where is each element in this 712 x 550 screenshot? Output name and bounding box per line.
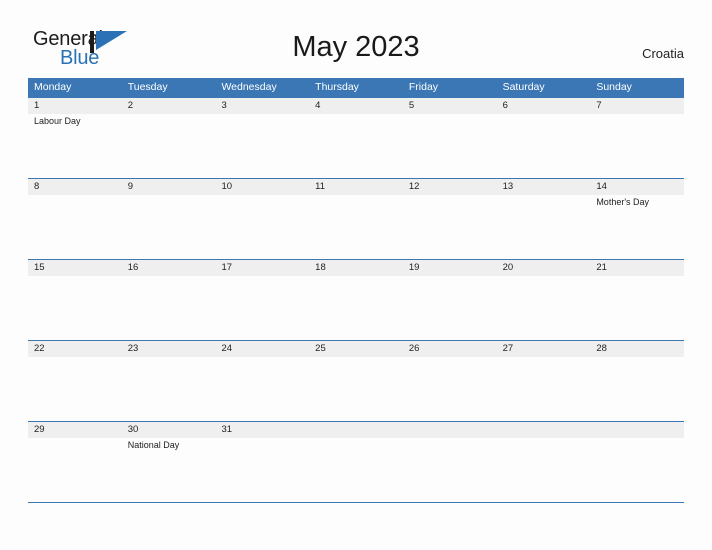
day-event (590, 276, 684, 340)
day-number[interactable]: 20 (497, 260, 591, 276)
day-event (309, 114, 403, 178)
country-label: Croatia (642, 46, 684, 61)
day-number[interactable]: 18 (309, 260, 403, 276)
day-number[interactable]: 24 (215, 341, 309, 357)
day-number[interactable]: 4 (309, 98, 403, 114)
day-number[interactable]: 1 (28, 98, 122, 114)
day-number-band: 15 16 17 18 19 20 21 (28, 260, 684, 276)
weekday-header-monday: Monday (34, 81, 72, 93)
day-event-band (28, 276, 684, 340)
day-number[interactable]: 3 (215, 98, 309, 114)
page-title: May 2023 (292, 31, 420, 63)
day-number[interactable]: 15 (28, 260, 122, 276)
day-event (309, 357, 403, 421)
calendar-week-row: 8 9 10 11 12 13 14 Mother's Day (28, 178, 684, 259)
day-event-band: Mother's Day (28, 195, 684, 259)
day-event (403, 276, 497, 340)
day-number[interactable]: 8 (28, 179, 122, 195)
day-number[interactable]: 10 (215, 179, 309, 195)
day-event (215, 276, 309, 340)
day-event (497, 195, 591, 259)
day-number[interactable]: 25 (309, 341, 403, 357)
day-event: Mother's Day (596, 197, 650, 207)
day-event (590, 114, 684, 178)
day-number-band: 29 30 31 (28, 422, 684, 438)
day-event (403, 114, 497, 178)
day-event-band: National Day (28, 438, 684, 502)
day-event (497, 438, 591, 502)
day-event (309, 195, 403, 259)
weekday-header-tuesday: Tuesday (127, 81, 168, 93)
day-number[interactable]: 28 (590, 341, 684, 357)
day-number[interactable]: 5 (403, 98, 497, 114)
weekday-header-sunday: Sunday (596, 81, 632, 93)
day-number[interactable]: 31 (215, 422, 309, 438)
day-number-band: 22 23 24 25 26 27 28 (28, 341, 684, 357)
day-number[interactable]: 27 (497, 341, 591, 357)
day-number[interactable]: 2 (122, 98, 216, 114)
day-number-empty (309, 422, 403, 438)
day-event (28, 276, 122, 340)
day-number[interactable]: 16 (122, 260, 216, 276)
day-event (122, 195, 216, 259)
day-event (122, 357, 216, 421)
day-event (403, 195, 497, 259)
calendar-week-row: 22 23 24 25 26 27 28 (28, 340, 684, 421)
day-event (403, 357, 497, 421)
day-event (309, 438, 403, 502)
day-number-empty (497, 422, 591, 438)
day-number[interactable]: 21 (590, 260, 684, 276)
day-event (590, 357, 684, 421)
day-number-band: 8 9 10 11 12 13 14 (28, 179, 684, 195)
day-event (497, 114, 591, 178)
calendar-grid: Monday Tuesday Wednesday Thursday Friday… (28, 78, 684, 503)
day-event (215, 357, 309, 421)
weekday-header-thursday: Thursday (315, 81, 359, 93)
day-number[interactable]: 17 (215, 260, 309, 276)
day-event (215, 438, 309, 502)
day-number[interactable]: 9 (122, 179, 216, 195)
day-event (28, 438, 122, 502)
day-event (497, 357, 591, 421)
calendar-week-row: 1 2 3 4 5 6 7 Labour Day (28, 97, 684, 178)
day-number[interactable]: 29 (28, 422, 122, 438)
day-event (215, 114, 309, 178)
day-number[interactable]: 12 (403, 179, 497, 195)
day-number[interactable]: 7 (590, 98, 684, 114)
day-event (122, 276, 216, 340)
weekday-header-saturday: Saturday (502, 81, 545, 93)
weekday-header-friday: Friday (408, 81, 439, 93)
day-event (215, 195, 309, 259)
day-event (590, 438, 684, 502)
day-number[interactable]: 6 (497, 98, 591, 114)
calendar-week-row: 15 16 17 18 19 20 21 (28, 259, 684, 340)
day-event (122, 114, 216, 178)
day-number[interactable]: 26 (403, 341, 497, 357)
day-number[interactable]: 30 (122, 422, 216, 438)
day-event-band (28, 357, 684, 421)
weekday-header-row: Monday Tuesday Wednesday Thursday Friday… (28, 78, 684, 97)
day-event (497, 276, 591, 340)
day-number[interactable]: 11 (309, 179, 403, 195)
day-event (403, 438, 497, 502)
day-number-empty (590, 422, 684, 438)
weekday-header-wednesday: Wednesday (221, 81, 277, 93)
day-number-band: 1 2 3 4 5 6 7 (28, 98, 684, 114)
day-number[interactable]: 22 (28, 341, 122, 357)
day-event: National Day (127, 440, 180, 450)
calendar-week-row: 29 30 31 National Day (28, 421, 684, 502)
day-event (309, 276, 403, 340)
day-number[interactable]: 23 (122, 341, 216, 357)
day-number-empty (403, 422, 497, 438)
day-event (28, 357, 122, 421)
day-event (28, 195, 122, 259)
day-number[interactable]: 19 (403, 260, 497, 276)
grid-bottom-border (28, 502, 684, 503)
day-number[interactable]: 14 (590, 179, 684, 195)
day-event-band: Labour Day (28, 114, 684, 178)
day-event: Labour Day (34, 116, 81, 126)
day-number[interactable]: 13 (497, 179, 591, 195)
page-header: General Blue May 2023 Croatia (0, 0, 712, 78)
